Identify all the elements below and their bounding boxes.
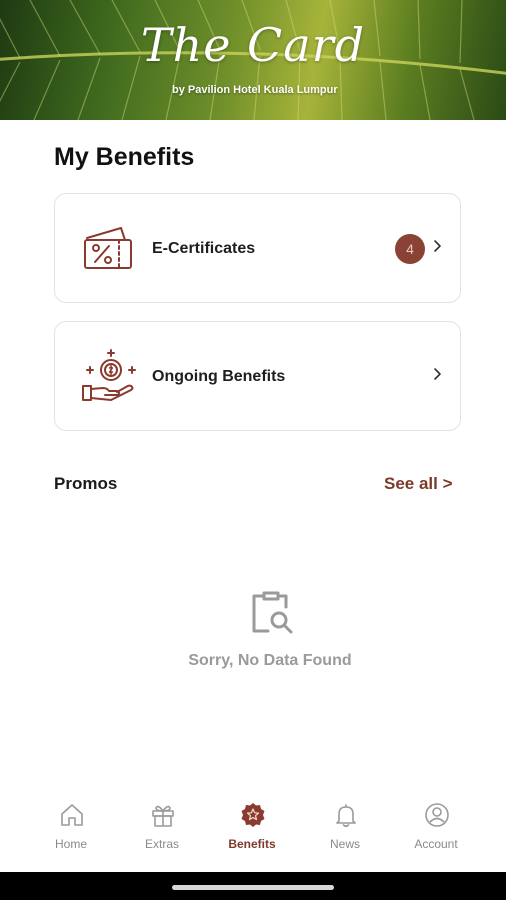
hand-coins-icon (82, 349, 136, 401)
bottom-nav: Home Extras Benefits News Account (0, 790, 506, 872)
bell-icon (336, 804, 356, 828)
gift-icon (152, 805, 174, 827)
nav-account[interactable]: Account (386, 790, 486, 872)
nav-news-label: News (329, 837, 360, 851)
nav-benefits-label: Benefits (228, 837, 276, 851)
promos-heading: Promos (54, 474, 118, 493)
e-certificates-card[interactable]: E-Certificates 4 (54, 193, 461, 303)
nav-account-label: Account (414, 837, 458, 851)
ongoing-benefits-card[interactable]: Ongoing Benefits (54, 321, 461, 431)
brand-subtitle: by Pavilion Hotel Kuala Lumpur (172, 84, 338, 96)
ongoing-benefits-label: Ongoing Benefits (152, 368, 286, 385)
home-gesture-handle[interactable] (172, 885, 334, 890)
ticket-percent-icon (84, 227, 132, 269)
user-circle-icon (425, 803, 449, 827)
see-all-promos-link[interactable]: See all > (384, 474, 453, 494)
nav-home-label: Home (54, 837, 87, 851)
nav-news[interactable]: News (295, 790, 395, 872)
nav-benefits[interactable]: Benefits (202, 790, 302, 872)
nav-extras[interactable]: Extras (112, 790, 212, 872)
system-navigation-bar (0, 872, 506, 900)
chevron-right-icon (434, 240, 441, 252)
e-certificates-label: E-Certificates (152, 240, 256, 257)
page-title: My Benefits (54, 143, 195, 171)
header-banner: The Card by Pavilion Hotel Kuala Lumpur (0, 0, 506, 120)
empty-state-message: Sorry, No Data Found (188, 652, 352, 669)
clipboard-search-icon (252, 591, 293, 634)
e-certificates-count-badge: 4 (395, 234, 425, 264)
chevron-right-icon (434, 368, 441, 380)
nav-home[interactable]: Home (21, 790, 121, 872)
nav-extras-label: Extras (144, 837, 179, 851)
home-icon (61, 804, 83, 826)
badge-star-icon (241, 803, 265, 827)
brand-title: The Card (140, 18, 366, 72)
